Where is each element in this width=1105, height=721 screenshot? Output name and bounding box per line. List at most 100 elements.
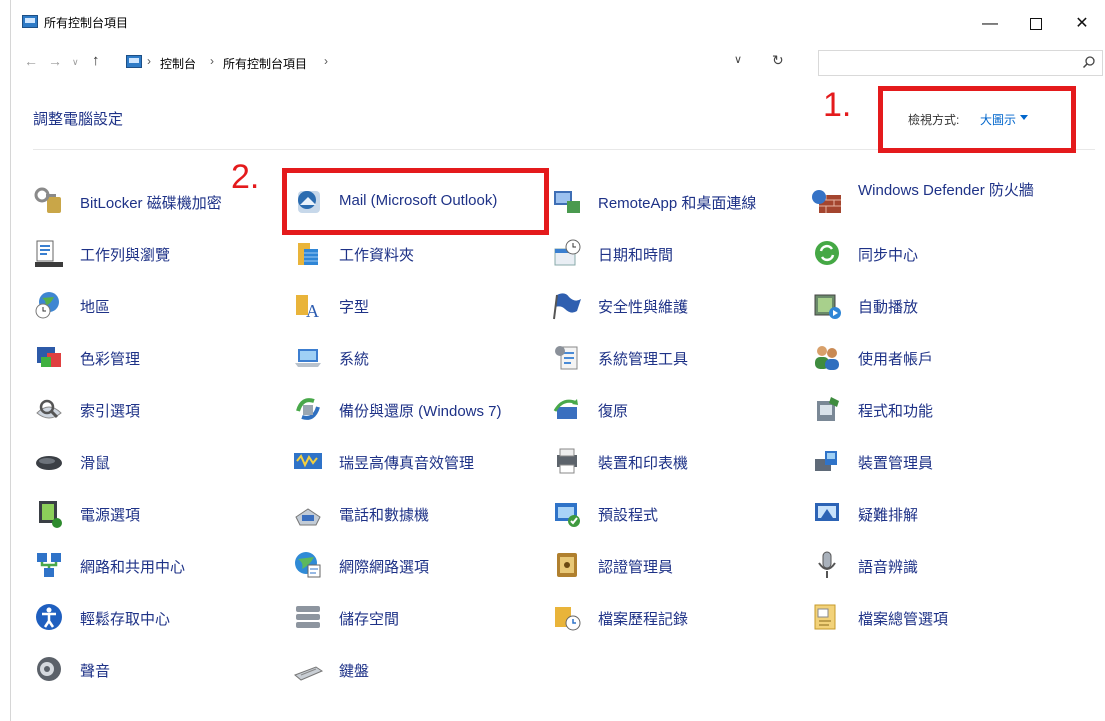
cp-item[interactable]: 瑞昱高傳真音效管理 (292, 442, 537, 482)
cp-item-label: 字型 (339, 299, 370, 316)
cp-item-label: 工作資料夾 (339, 247, 415, 264)
search-box[interactable] (818, 50, 1103, 76)
cp-item-label: 索引選項 (80, 403, 141, 420)
cp-item[interactable]: 索引選項 (33, 390, 278, 430)
cp-item[interactable]: 裝置管理員 (811, 442, 1081, 482)
search-icon[interactable] (1082, 55, 1096, 69)
cp-item-label: RemoteApp 和桌面連線 (598, 195, 757, 212)
cp-item[interactable]: 疑難排解 (811, 494, 1081, 534)
cp-item[interactable]: 安全性與維護 (551, 286, 796, 326)
cp-item-label: 瑞昱高傳真音效管理 (339, 455, 475, 472)
speech-microphone-icon (818, 551, 836, 578)
region-globe-icon (35, 292, 59, 319)
cp-item[interactable]: 網際網路選項 (292, 546, 537, 586)
cp-item[interactable]: 儲存空間 (292, 598, 537, 638)
cp-item[interactable]: 色彩管理 (33, 338, 278, 378)
remoteapp-icon (554, 191, 580, 213)
address-bar[interactable]: › 控制台 › 所有控制台項目 › ∨ ↻ (122, 49, 784, 75)
cp-item[interactable]: 程式和功能 (811, 390, 1081, 430)
refresh-button[interactable]: ↻ (772, 52, 784, 69)
system-laptop-icon (295, 349, 321, 367)
back-button[interactable]: ← (24, 53, 38, 69)
cp-item[interactable]: A 字型 (292, 286, 537, 326)
cp-item[interactable]: 輕鬆存取中心 (33, 598, 278, 638)
control-panel-window: 所有控制台項目 — ✕ ← → ∨ ↑ › 控制台 › 所有控制台項目 › ∨ … (0, 0, 1105, 721)
cp-item[interactable]: 工作列與瀏覽 (33, 234, 278, 274)
cp-item-label: 電話和數據機 (339, 507, 430, 524)
cp-item[interactable]: 自動播放 (811, 286, 1081, 326)
cp-item[interactable]: 復原 (551, 390, 796, 430)
sync-center-icon (815, 241, 839, 265)
breadcrumb-control-panel[interactable]: 控制台 (160, 55, 196, 72)
cp-item-label: 輕鬆存取中心 (80, 611, 171, 628)
breadcrumb-all-items[interactable]: 所有控制台項目 (223, 55, 307, 72)
cp-item-label: 預設程式 (598, 507, 659, 524)
address-dropdown-chevron-icon[interactable]: ∨ (734, 53, 742, 66)
cp-item[interactable]: 系統 (292, 338, 537, 378)
minimize-button[interactable]: — (967, 8, 1013, 40)
close-button[interactable]: ✕ (1059, 8, 1105, 40)
cp-item[interactable]: 認證管理員 (551, 546, 796, 586)
recent-locations-chevron-icon[interactable]: ∨ (72, 57, 79, 68)
date-time-icon (554, 239, 581, 266)
cp-item-label: 安全性與維護 (598, 299, 689, 316)
security-flag-icon (553, 293, 581, 320)
cp-item-label: 程式和功能 (858, 403, 934, 420)
cp-item[interactable]: 日期和時間 (551, 234, 796, 274)
cp-item-label: 裝置和印表機 (598, 455, 689, 472)
maximize-button[interactable] (1013, 8, 1059, 40)
cp-item[interactable]: 檔案歷程記錄 (551, 598, 796, 638)
cp-item-label: 系統 (339, 351, 370, 368)
cp-item-label: 網際網路選項 (339, 559, 430, 576)
device-manager-icon (815, 451, 837, 471)
cp-item[interactable]: Windows Defender 防火牆 (811, 182, 1081, 222)
cp-item[interactable]: 同步中心 (811, 234, 1081, 274)
cp-item-label: Windows Defender 防火牆 (858, 182, 1034, 199)
cp-item[interactable]: 網路和共用中心 (33, 546, 278, 586)
cp-item[interactable]: RemoteApp 和桌面連線 (551, 182, 796, 222)
file-history-icon (555, 607, 581, 631)
cp-item[interactable]: 滑鼠 (33, 442, 278, 482)
cp-item[interactable]: 檔案總管選項 (811, 598, 1081, 638)
devices-printers-icon (557, 448, 577, 474)
mouse-icon (36, 456, 62, 470)
cp-item[interactable]: 裝置和印表機 (551, 442, 796, 482)
cp-item-label: 認證管理員 (598, 559, 674, 576)
cp-item-label: 儲存空間 (339, 611, 400, 628)
cp-item[interactable]: 使用者帳戶 (811, 338, 1081, 378)
cp-item[interactable]: 地區 (33, 286, 278, 326)
up-button[interactable]: ↑ (92, 52, 100, 69)
cp-item-label: 系統管理工具 (598, 351, 689, 368)
breadcrumb-separator[interactable]: › (147, 54, 151, 68)
cp-item-label: 色彩管理 (80, 351, 141, 368)
cp-item-label: 滑鼠 (80, 455, 111, 472)
default-programs-icon (555, 503, 580, 527)
breadcrumb-separator[interactable]: › (210, 54, 214, 68)
credential-manager-icon (557, 553, 577, 577)
cp-item[interactable]: 聲音 (33, 650, 278, 690)
cp-item[interactable]: 工作資料夾 (292, 234, 537, 274)
title-bar[interactable]: 所有控制台項目 — ✕ (10, 0, 1105, 48)
backup-restore-icon (296, 398, 320, 420)
search-input[interactable] (823, 52, 1067, 76)
realtek-audio-icon (294, 453, 322, 469)
annotation-box-2 (282, 168, 549, 235)
maximize-icon (1030, 17, 1042, 30)
autoplay-icon (814, 294, 841, 319)
troubleshooting-icon (815, 503, 839, 521)
breadcrumb-separator[interactable]: › (324, 54, 328, 68)
programs-icon (817, 397, 839, 421)
cp-item-label: 疑難排解 (858, 507, 919, 524)
cp-item[interactable]: 系統管理工具 (551, 338, 796, 378)
cp-item[interactable]: 預設程式 (551, 494, 796, 534)
cp-item-label: 裝置管理員 (858, 455, 934, 472)
cp-item[interactable]: 電話和數據機 (292, 494, 537, 534)
cp-item[interactable]: 電源選項 (33, 494, 278, 534)
cp-item[interactable]: 備份與還原 (Windows 7) (292, 390, 537, 430)
recovery-icon (553, 399, 578, 419)
page-title: 調整電腦設定 (33, 111, 124, 128)
internet-options-icon (295, 552, 321, 578)
cp-item[interactable]: 鍵盤 (292, 650, 537, 690)
forward-button[interactable]: → (48, 53, 62, 69)
cp-item[interactable]: 語音辨識 (811, 546, 1081, 586)
